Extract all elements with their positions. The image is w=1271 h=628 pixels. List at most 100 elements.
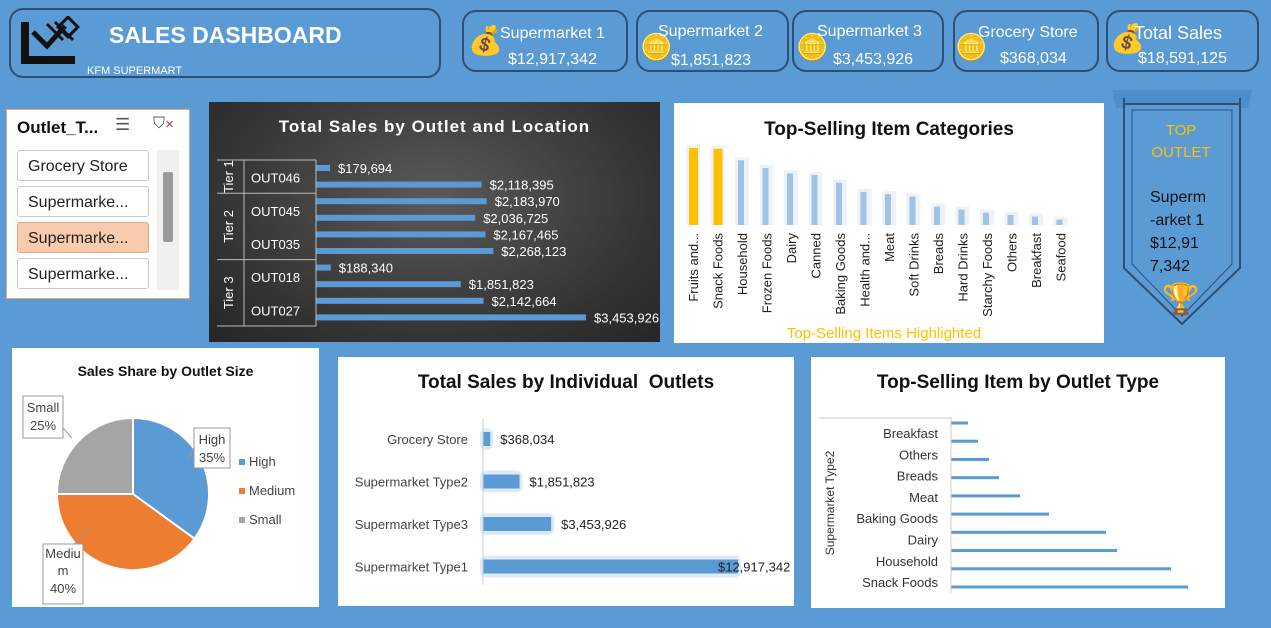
data-label: $2,118,395 <box>490 178 554 193</box>
category-label: Baking Goods <box>856 511 938 526</box>
bar <box>316 297 484 304</box>
outlet-location-svg: $179,694$2,118,395$2,183,970$2,036,725$2… <box>217 159 659 327</box>
individual-outlets-svg: Grocery Store $368,034 Supermarket Type2 $1… <box>355 419 790 585</box>
category-label: Breads <box>897 469 939 484</box>
data-label: $2,167,465 <box>493 227 558 242</box>
outlet-label: OUT046 <box>251 171 300 186</box>
bar <box>811 174 818 225</box>
slicer-scroll-thumb[interactable] <box>163 172 173 242</box>
header-panel: SALES DASHBOARD KFM SUPERMART <box>9 8 441 78</box>
category-label: Soft Drinks <box>907 233 922 297</box>
bar <box>860 191 867 225</box>
category-label: Meat <box>909 490 938 505</box>
outlet-label: OUT018 <box>251 270 300 285</box>
outlet-type-slicer: Outlet_T... ☰ ⛉✕ Grocery Store Supermark… <box>6 109 190 299</box>
bar <box>316 314 586 321</box>
category-label: Snack Foods <box>862 575 938 590</box>
slicer-item-supermarket-b[interactable]: Supermarke... <box>17 222 149 253</box>
outlet-label: OUT035 <box>251 237 300 252</box>
category-label: Grocery Store <box>387 432 468 447</box>
bar <box>762 168 769 225</box>
category-label: Others <box>1005 233 1020 273</box>
category-label: Fruits and... <box>686 233 701 302</box>
bar <box>951 530 1106 534</box>
kpi-card-total-sales: 💰 Total Sales $18,591,125 <box>1106 10 1259 72</box>
slice-pct: 25% <box>30 418 56 433</box>
kpi-label: Supermarket 3 <box>817 23 922 40</box>
kpi-label: Total Sales <box>1134 23 1223 43</box>
kpi-value: $3,453,926 <box>833 51 914 68</box>
bar <box>885 194 891 225</box>
category-label: Household <box>735 233 750 295</box>
data-label: $1,851,823 <box>469 277 534 292</box>
bar <box>316 281 461 288</box>
kpi-value: $12,917,342 <box>508 51 597 68</box>
kpi-label: Supermarket 2 <box>658 23 763 40</box>
category-label: Seafood <box>1054 233 1069 281</box>
bar <box>1007 214 1014 225</box>
data-label: $179,694 <box>338 161 392 176</box>
slicer-scrollbar[interactable] <box>157 150 179 290</box>
category-label: Dairy <box>908 533 939 548</box>
legend-label: Medium <box>249 483 295 498</box>
slicer-item-supermarket-c[interactable]: Supermarke... <box>17 258 149 289</box>
clear-filter-icon[interactable]: ⛉✕ <box>153 115 174 133</box>
bar <box>951 585 1188 589</box>
callout-leader <box>62 427 73 439</box>
category-label: Health and... <box>858 233 873 307</box>
category-label: Others <box>899 447 939 462</box>
bar <box>951 494 1020 498</box>
kpi-card-supermarket2: 🪙 Supermarket 2 $1,851,823 <box>636 10 789 72</box>
multi-select-icon[interactable]: ☰ <box>115 115 130 135</box>
bar <box>316 248 494 254</box>
bar <box>713 148 723 225</box>
category-label: Supermarket Type2 <box>355 475 468 490</box>
item-categories-svg: Fruits and... Snack Foods Household Frozen … <box>686 145 1069 317</box>
slicer-item-grocery-store[interactable]: Grocery Store <box>17 150 149 181</box>
category-label: Supermarket Type1 <box>355 560 468 575</box>
legend-swatch <box>239 488 245 494</box>
pie-slice <box>55 416 134 495</box>
data-label: $1,851,823 <box>530 475 595 490</box>
kpi-value: $1,851,823 <box>671 52 752 69</box>
top-outlet-value: $12,917,342 <box>1150 235 1199 275</box>
slicer-item-supermarket-a[interactable]: Supermarke... <box>17 186 149 217</box>
data-label: $2,268,123 <box>501 244 566 259</box>
outlet-size-svg: High35%Medium40%Small25%HighMediumSmall <box>22 395 295 605</box>
bar <box>958 209 965 225</box>
item-outlet-type-chart: Top-Selling Item by Outlet Type Breakfas… <box>811 357 1225 608</box>
bar <box>787 173 793 225</box>
bar <box>983 212 989 225</box>
slice-name: Mediu <box>45 546 80 561</box>
category-label: Frozen Foods <box>760 233 775 314</box>
category-label: Dairy <box>784 233 799 264</box>
tier-label: Tier 2 <box>221 210 236 243</box>
kpi-card-grocery-store: 🪙 Grocery Store $368,034 <box>953 10 1099 72</box>
data-label: $368,034 <box>500 432 554 447</box>
legend-swatch <box>239 459 245 465</box>
individual-outlets-chart: Total Sales by Individual Outlets Grocer… <box>338 357 794 606</box>
legend-label: Small <box>249 512 282 527</box>
bar <box>316 165 331 171</box>
bar <box>951 567 1171 571</box>
slice-name: High <box>199 432 226 447</box>
category-label: Baking Goods <box>833 233 848 315</box>
bar <box>951 476 999 480</box>
outlet-size-chart: Sales Share by Outlet Size High 35% Mediu m… <box>12 348 319 607</box>
bar <box>483 474 520 489</box>
data-label: $3,453,926 <box>561 517 626 532</box>
data-label: $2,142,664 <box>491 294 556 309</box>
kpi-card-supermarket1: 💰 Supermarket 1 $12,917,342 <box>462 10 628 72</box>
bar <box>951 439 978 443</box>
y-axis-label: Supermarket Type2 <box>823 450 837 555</box>
slice-pct: 40% <box>50 581 76 596</box>
slicer-title: Outlet_T... <box>17 118 99 137</box>
category-label: Meat <box>882 233 897 262</box>
data-label: $188,340 <box>339 261 393 276</box>
bar <box>483 517 552 531</box>
bar <box>483 432 491 446</box>
bar <box>934 206 940 225</box>
category-label: Supermarket Type3 <box>355 517 468 532</box>
dashboard-title: SALES DASHBOARD <box>109 22 342 48</box>
bar <box>1056 219 1063 225</box>
